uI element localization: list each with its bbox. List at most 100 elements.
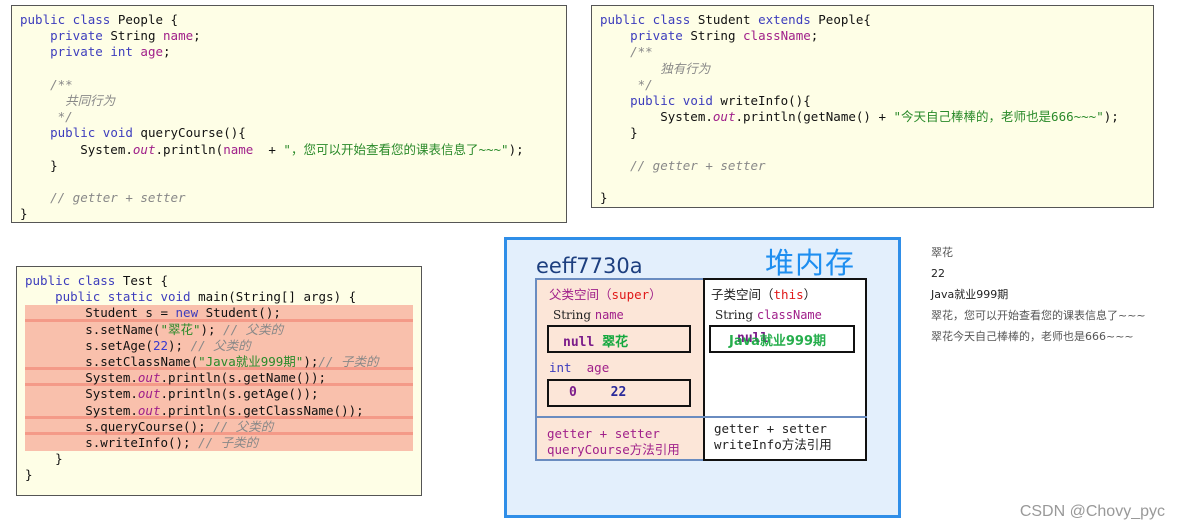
code-token: ; — [163, 44, 171, 60]
code-token: Student s = — [25, 305, 176, 321]
super-keyword: super — [611, 287, 650, 302]
code-token: 22 — [152, 337, 168, 353]
code-token: System. — [25, 386, 138, 402]
console-output: 翠花 22 Java就业999期 翠花，您可以开始查看您的课表信息了~~~ 翠花… — [931, 242, 1146, 347]
code-token: // 父类的 — [190, 337, 251, 353]
code-token: s.writeInfo(); — [25, 434, 199, 450]
code-line: System.out.println(s.getAge()); — [25, 386, 413, 403]
name-value-box: null 翠花 — [547, 325, 691, 353]
age-field-name: age — [586, 360, 610, 375]
code-token: "Java就业999期" — [198, 353, 304, 369]
code-token: new — [175, 305, 206, 321]
this-keyword: this — [773, 287, 804, 302]
code-token: name — [223, 141, 254, 157]
code-token: System. — [25, 402, 138, 418]
code-line: System.out.println(name + "，您可以开始查看您的课表信… — [20, 142, 558, 158]
name-old-value: null — [563, 335, 595, 350]
code-line: s.writeInfo(); // 子类的 — [25, 434, 413, 452]
code-token: public void — [630, 92, 721, 108]
code-token: name — [163, 28, 194, 44]
this-methods-line2: writeInfo方法引用 — [714, 437, 832, 452]
code-token: } — [20, 206, 28, 222]
code-token: String — [110, 28, 164, 44]
super-methods: getter + setter queryCourse方法引用 — [547, 426, 680, 458]
code-token: ); — [1103, 109, 1119, 125]
code-token: main(String[] args) { — [198, 289, 357, 305]
name-new-value: 翠花 — [602, 335, 629, 350]
code-line: */ — [20, 109, 558, 125]
code-token: .println(s.getAge()); — [160, 386, 319, 402]
test-class-code: public class Test { public static void m… — [16, 266, 422, 496]
code-token: out — [137, 370, 161, 386]
code-line: 共同行为 — [20, 93, 558, 109]
heap-memory-diagram: 堆内存 eeff7730a 父类空间（super） String name nu… — [504, 237, 901, 518]
code-line: } — [25, 451, 413, 467]
code-token: "，您可以开始查看您的课表信息了~~~" — [283, 141, 509, 157]
code-line: public class Student extends People{ — [600, 12, 1145, 28]
code-token: /** — [20, 76, 73, 92]
code-token: + — [253, 141, 284, 157]
code-token: ); — [508, 141, 524, 157]
classname-new-value: Java就业999期 — [729, 334, 826, 349]
code-token: className — [743, 28, 811, 44]
name-field-type: String — [553, 308, 592, 322]
student-class-code: public class Student extends People{ pri… — [591, 5, 1154, 208]
code-line: } — [20, 206, 558, 222]
code-token: // getter + setter — [20, 190, 186, 206]
console-line: 翠花 — [931, 246, 953, 259]
code-token: public void — [50, 125, 141, 141]
code-token: // 父类的 — [213, 418, 274, 434]
code-token: ); — [200, 321, 224, 337]
code-token: // 子类的 — [198, 434, 259, 450]
code-token: People { — [117, 12, 179, 27]
code-token: System. — [600, 109, 713, 125]
code-token: private int — [50, 44, 141, 60]
code-token: out — [712, 109, 736, 125]
code-token: System. — [20, 141, 133, 157]
code-token: .println(s.getClassName()); — [160, 402, 364, 418]
super-space-title: 父类空间（super） — [549, 284, 662, 303]
code-token: Student(); — [205, 305, 281, 321]
code-line: /** — [600, 44, 1145, 60]
code-token: s.setAge( — [25, 337, 153, 353]
code-token: private — [50, 28, 111, 44]
code-line: /** — [20, 77, 558, 93]
code-line: 独有行为 — [600, 61, 1145, 77]
this-methods-line1: getter + setter — [714, 421, 827, 436]
code-token: public static void — [55, 289, 199, 305]
code-token: public class — [25, 273, 123, 288]
code-line: s.setAge(22); // 父类的 — [25, 337, 413, 354]
code-line: // getter + setter — [600, 158, 1145, 174]
name-field-name: name — [594, 308, 624, 322]
code-token: /** — [600, 44, 653, 60]
code-line: s.queryCourse(); // 父类的 — [25, 418, 413, 435]
code-token: queryCourse(){ — [140, 125, 246, 141]
code-line: public void queryCourse(){ — [20, 125, 558, 141]
code-token: public class — [20, 12, 118, 27]
code-token: Student — [697, 12, 759, 27]
code-token: s.setClassName( — [25, 353, 199, 369]
classname-field-name: className — [756, 308, 822, 322]
watermark: CSDN @Chovy_pyc — [1019, 503, 1165, 520]
super-space-title-suffix: ） — [649, 287, 662, 302]
object-address: eeff7730a — [536, 254, 643, 278]
code-token: out — [132, 141, 156, 157]
code-token: ); — [303, 353, 319, 369]
methods-divider — [535, 416, 867, 418]
code-token: ; — [193, 28, 201, 44]
this-space-title: 子类空间（this） — [711, 284, 816, 303]
code-token: writeInfo(){ — [720, 92, 811, 108]
this-space-title-suffix: ） — [803, 287, 817, 302]
code-token: ; — [810, 28, 819, 44]
code-line: s.setClassName("Java就业999期");// 子类的 — [25, 353, 413, 371]
age-field-label: int age — [549, 360, 609, 375]
code-line: private int age; — [20, 44, 558, 60]
code-token: .println(s.getName()); — [160, 370, 327, 386]
code-token: extends — [758, 12, 819, 27]
code-token: out — [137, 402, 161, 418]
